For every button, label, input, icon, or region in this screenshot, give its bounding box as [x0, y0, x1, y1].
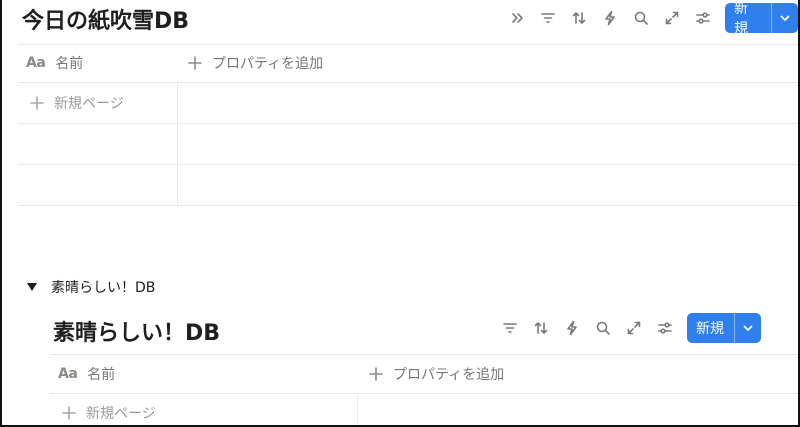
table-top-border	[18, 44, 798, 45]
database-title[interactable]: 今日の紙吹雪DB	[22, 3, 189, 35]
text-property-icon: Aa	[26, 55, 46, 71]
chevron-down-icon[interactable]	[772, 3, 798, 33]
table-top-border	[50, 354, 798, 355]
toggle-block[interactable]: 素晴らしい！DB	[27, 277, 155, 297]
fullscreen-icon[interactable]	[661, 7, 683, 29]
search-icon[interactable]	[592, 317, 614, 339]
header-row-border	[50, 393, 798, 394]
column-header-name-label: 名前	[55, 56, 84, 72]
add-property-button[interactable]: プロパティを追加	[369, 364, 504, 384]
add-page-row[interactable]: 新規ページ	[30, 93, 124, 113]
add-property-label: プロパティを追加	[212, 56, 324, 72]
add-property-button[interactable]: プロパティを追加	[188, 53, 323, 73]
settings-icon[interactable]	[654, 317, 676, 339]
sort-icon[interactable]	[530, 317, 552, 339]
filter-icon[interactable]	[537, 7, 559, 29]
table-row-border	[18, 123, 798, 124]
column-divider	[177, 82, 178, 205]
fullscreen-icon[interactable]	[623, 317, 645, 339]
add-page-label: 新規ページ	[86, 406, 156, 422]
new-page-button[interactable]: 新規	[687, 313, 761, 343]
add-page-row[interactable]: 新規ページ	[62, 403, 156, 423]
header-row-border	[18, 82, 798, 83]
triangle-down-icon[interactable]	[27, 282, 37, 292]
table-row-border	[18, 164, 798, 165]
toggle-label: 素晴らしい！DB	[51, 280, 156, 296]
filter-icon[interactable]	[499, 317, 521, 339]
expand-icon[interactable]	[507, 7, 529, 29]
automation-icon[interactable]	[599, 7, 621, 29]
column-header-name[interactable]: Aa 名前	[26, 53, 83, 73]
plus-icon	[62, 406, 76, 420]
new-button-label[interactable]: 新規	[725, 3, 773, 33]
text-property-icon: Aa	[58, 366, 78, 382]
new-button-label[interactable]: 新規	[687, 313, 735, 343]
add-property-label: プロパティを追加	[393, 367, 505, 383]
settings-icon[interactable]	[692, 7, 714, 29]
automation-icon[interactable]	[561, 317, 583, 339]
column-divider	[357, 393, 358, 425]
chevron-down-icon[interactable]	[735, 313, 761, 343]
add-page-label: 新規ページ	[54, 96, 124, 112]
plus-icon	[30, 96, 44, 110]
database-title[interactable]: 素晴らしい！DB	[53, 315, 220, 347]
new-page-button[interactable]: 新規	[725, 3, 798, 33]
sort-icon[interactable]	[568, 7, 590, 29]
column-header-name[interactable]: Aa 名前	[58, 364, 115, 384]
plus-icon	[188, 56, 202, 70]
table-bottom-border	[18, 205, 798, 206]
plus-icon	[369, 367, 383, 381]
column-header-name-label: 名前	[87, 367, 116, 383]
page-frame: 今日の紙吹雪DB 新規 Aa 名前 プロパティを追加 新規ページ 素晴らしい！D…	[0, 0, 800, 427]
search-icon[interactable]	[630, 7, 652, 29]
